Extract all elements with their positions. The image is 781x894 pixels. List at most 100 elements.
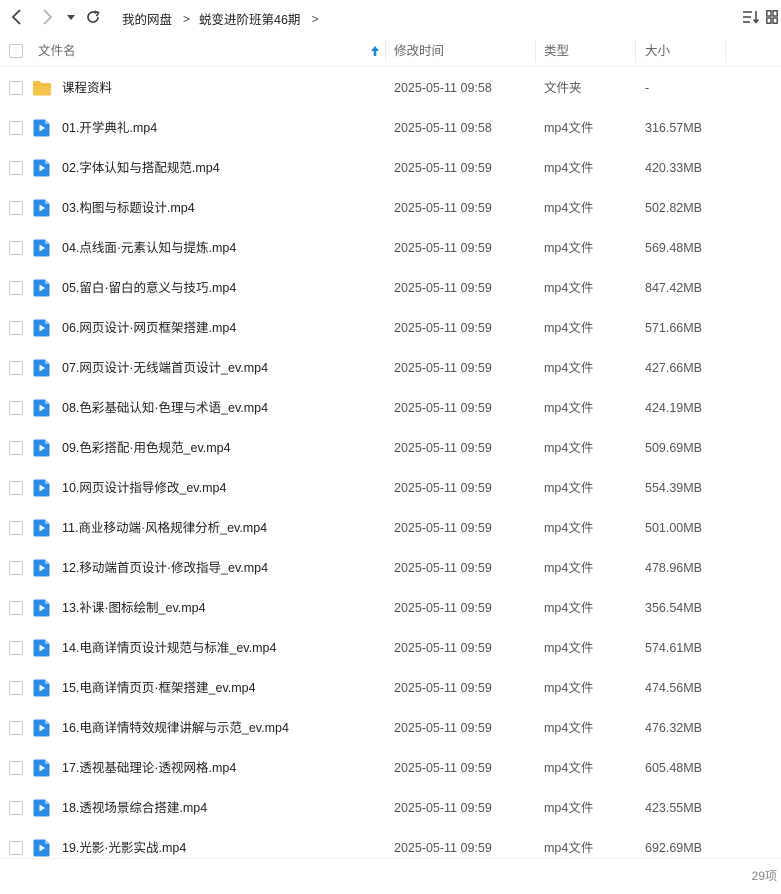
chevron-left-icon [11, 9, 21, 25]
grid-view-icon [766, 10, 778, 24]
forward-button[interactable] [36, 6, 58, 28]
header-type[interactable]: 类型 [544, 36, 569, 66]
file-row[interactable]: 10.网页设计指导修改_ev.mp4 2025-05-11 09:59 mp4文件 5… [0, 468, 781, 508]
row-checkbox[interactable] [9, 641, 23, 655]
column-divider[interactable] [385, 40, 386, 62]
file-row[interactable]: 18.透视场景综合搭建.mp4 2025-05-11 09:59 mp4文件 423.… [0, 788, 781, 828]
file-name: 14.电商详情页设计规范与标准_ev.mp4 [62, 641, 277, 655]
file-row[interactable]: 02.字体认知与搭配规范.mp4 2025-05-11 09:59 mp4文件 420… [0, 148, 781, 188]
breadcrumb-item-root[interactable]: 我的网盘 [122, 9, 172, 28]
file-modified-date: 2025-05-11 09:59 [394, 241, 492, 255]
file-modified-date: 2025-05-11 09:59 [394, 761, 492, 775]
file-size: 574.61MB [645, 641, 702, 655]
view-mode-button[interactable] [763, 8, 781, 26]
file-modified-date: 2025-05-11 09:58 [394, 81, 492, 95]
row-checkbox[interactable] [9, 281, 23, 295]
row-checkbox[interactable] [9, 321, 23, 335]
row-checkbox[interactable] [9, 241, 23, 255]
file-name: 06.网页设计·网页框架搭建.mp4 [62, 321, 237, 335]
header-name[interactable]: 文件名 [38, 36, 76, 66]
refresh-button[interactable] [82, 6, 104, 28]
file-name: 17.透视基础理论·透视网格.mp4 [62, 761, 237, 775]
file-type: mp4文件 [544, 321, 594, 335]
file-type: mp4文件 [544, 241, 594, 255]
row-checkbox[interactable] [9, 201, 23, 215]
history-dropdown-button[interactable] [60, 6, 82, 28]
file-size: 316.57MB [645, 121, 702, 135]
row-checkbox[interactable] [9, 121, 23, 135]
file-row[interactable]: 17.透视基础理论·透视网格.mp4 2025-05-11 09:59 mp4文件 6… [0, 748, 781, 788]
file-row[interactable]: 15.电商详情页页·框架搭建_ev.mp4 2025-05-11 09:59 mp4… [0, 668, 781, 708]
video-file-icon [32, 318, 52, 338]
row-checkbox[interactable] [9, 761, 23, 775]
file-modified-date: 2025-05-11 09:59 [394, 641, 492, 655]
column-divider[interactable] [725, 40, 726, 62]
row-checkbox[interactable] [9, 481, 23, 495]
file-size: 554.39MB [645, 481, 702, 495]
breadcrumb-item-current[interactable]: 蜕变进阶班第46期 [199, 9, 300, 28]
row-checkbox[interactable] [9, 401, 23, 415]
file-row[interactable]: 16.电商详情特效规律讲解与示范_ev.mp4 2025-05-11 09:59 m… [0, 708, 781, 748]
file-row[interactable]: 11.商业移动端·风格规律分析_ev.mp4 2025-05-11 09:59 mp… [0, 508, 781, 548]
file-type: 文件夹 [544, 81, 582, 95]
header-modified[interactable]: 修改时间 [394, 36, 444, 66]
select-all-checkbox[interactable] [9, 44, 23, 58]
row-checkbox[interactable] [9, 841, 23, 855]
file-row[interactable]: 06.网页设计·网页框架搭建.mp4 2025-05-11 09:59 mp4文件 5… [0, 308, 781, 348]
file-modified-date: 2025-05-11 09:59 [394, 681, 492, 695]
row-checkbox[interactable] [9, 561, 23, 575]
refresh-icon [87, 10, 100, 23]
file-modified-date: 2025-05-11 09:59 [394, 281, 492, 295]
folder-row[interactable]: 课程资料 2025-05-11 09:58 文件夹 - [0, 68, 781, 108]
sort-ascending-icon[interactable] [370, 44, 380, 62]
row-checkbox[interactable] [9, 441, 23, 455]
file-modified-date: 2025-05-11 09:59 [394, 521, 492, 535]
video-file-icon [32, 158, 52, 178]
file-name: 07.网页设计·无线端首页设计_ev.mp4 [62, 361, 269, 375]
video-file-icon [32, 798, 52, 818]
file-row[interactable]: 05.留白·留白的意义与技巧.mp4 2025-05-11 09:59 mp4文件 8… [0, 268, 781, 308]
row-checkbox[interactable] [9, 81, 23, 95]
back-button[interactable] [6, 6, 28, 28]
row-checkbox[interactable] [9, 681, 23, 695]
file-name: 10.网页设计指导修改_ev.mp4 [62, 481, 227, 495]
header-size[interactable]: 大小 [645, 36, 670, 66]
column-divider[interactable] [635, 40, 636, 62]
file-size: 571.66MB [645, 321, 702, 335]
video-file-icon [32, 638, 52, 658]
row-checkbox[interactable] [9, 801, 23, 815]
file-type: mp4文件 [544, 601, 594, 615]
file-row[interactable]: 01.开学典礼.mp4 2025-05-11 09:58 mp4文件 316.57MB [0, 108, 781, 148]
file-row[interactable]: 04.点线面·元素认知与提炼.mp4 2025-05-11 09:59 mp4文件 5… [0, 228, 781, 268]
video-file-icon [32, 278, 52, 298]
file-type: mp4文件 [544, 641, 594, 655]
file-name: 12.移动端首页设计·修改指导_ev.mp4 [62, 561, 269, 575]
file-modified-date: 2025-05-11 09:59 [394, 801, 492, 815]
file-modified-date: 2025-05-11 09:59 [394, 601, 492, 615]
file-row[interactable]: 08.色彩基础认知·色理与术语_ev.mp4 2025-05-11 09:59 mp… [0, 388, 781, 428]
view-tools [739, 8, 781, 26]
file-name: 04.点线面·元素认知与提炼.mp4 [62, 241, 237, 255]
file-row[interactable]: 03.构图与标题设计.mp4 2025-05-11 09:59 mp4文件 502.8… [0, 188, 781, 228]
column-divider[interactable] [535, 40, 536, 62]
row-checkbox[interactable] [9, 521, 23, 535]
file-name: 13.补课·图标绘制_ev.mp4 [62, 601, 206, 615]
file-row[interactable]: 09.色彩搭配·用色规范_ev.mp4 2025-05-11 09:59 mp4文件… [0, 428, 781, 468]
file-row[interactable]: 07.网页设计·无线端首页设计_ev.mp4 2025-05-11 09:59 mp… [0, 348, 781, 388]
row-checkbox[interactable] [9, 361, 23, 375]
file-size: 501.00MB [645, 521, 702, 535]
row-checkbox[interactable] [9, 721, 23, 735]
file-size: 847.42MB [645, 281, 702, 295]
file-size: 605.48MB [645, 761, 702, 775]
file-type: mp4文件 [544, 761, 594, 775]
row-checkbox[interactable] [9, 601, 23, 615]
file-name: 15.电商详情页页·框架搭建_ev.mp4 [62, 681, 256, 695]
sort-button[interactable] [739, 8, 763, 26]
file-row[interactable]: 12.移动端首页设计·修改指导_ev.mp4 2025-05-11 09:59 mp… [0, 548, 781, 588]
file-modified-date: 2025-05-11 09:59 [394, 561, 492, 575]
row-checkbox[interactable] [9, 161, 23, 175]
file-type: mp4文件 [544, 521, 594, 535]
file-row[interactable]: 13.补课·图标绘制_ev.mp4 2025-05-11 09:59 mp4文件 35… [0, 588, 781, 628]
file-row[interactable]: 14.电商详情页设计规范与标准_ev.mp4 2025-05-11 09:59 mp… [0, 628, 781, 668]
file-size: 474.56MB [645, 681, 702, 695]
